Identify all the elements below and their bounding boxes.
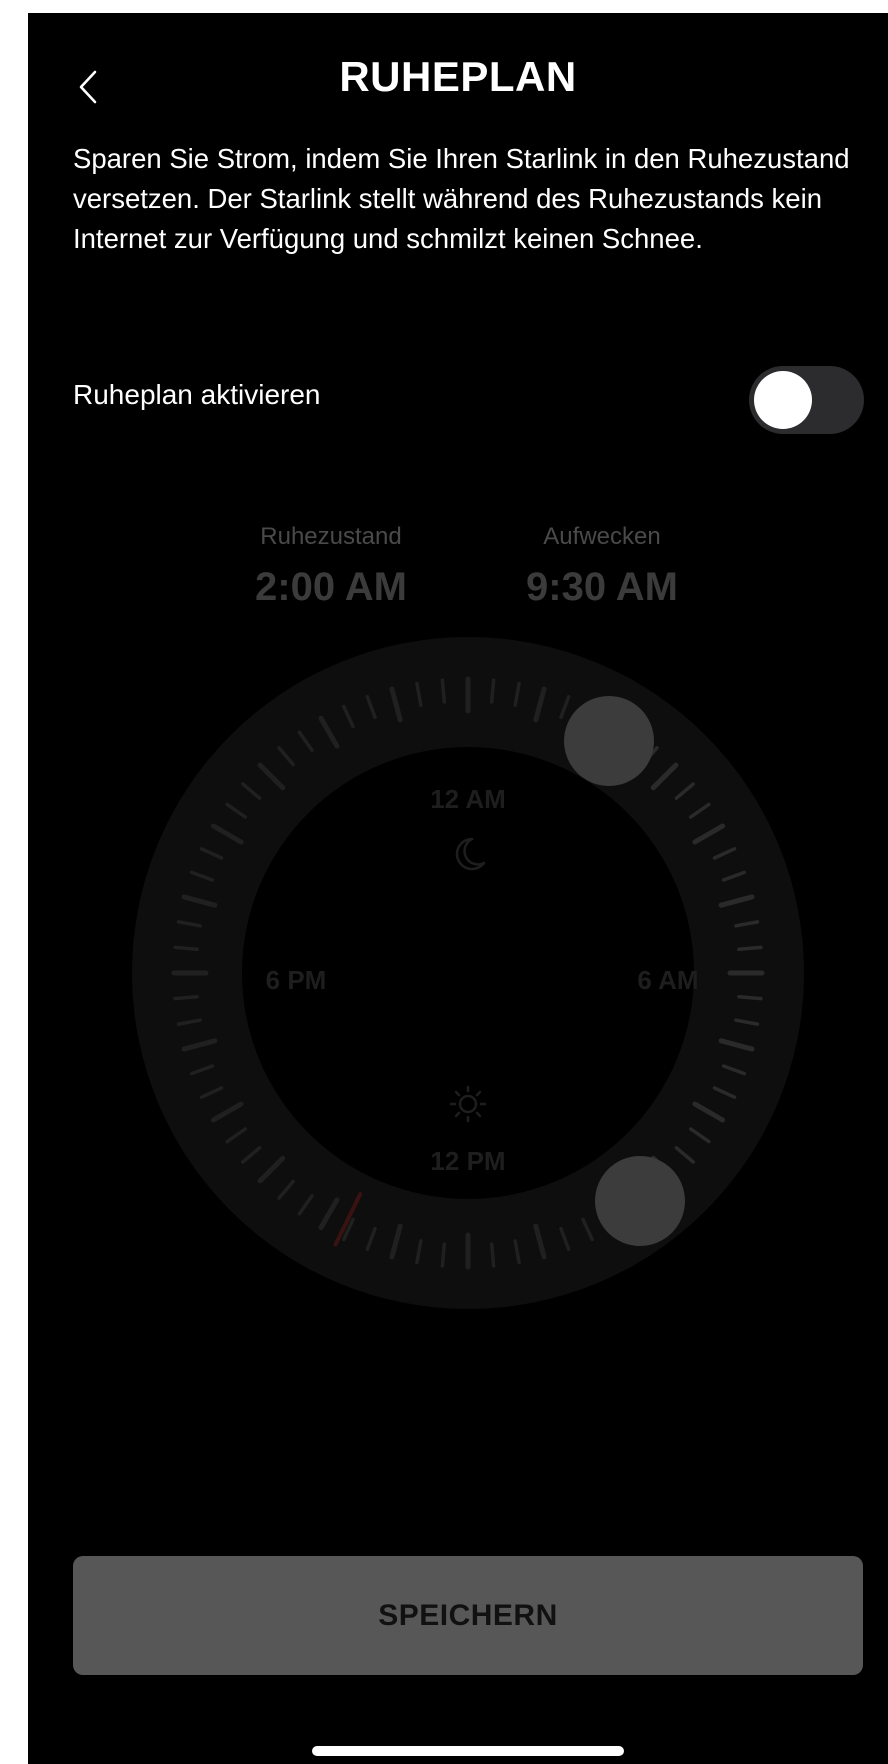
label-12am: 12 AM <box>430 784 506 814</box>
schedule-dial[interactable]: 12 AM 6 AM 12 PM 6 PM <box>132 637 804 1309</box>
dial-tick <box>489 1242 496 1268</box>
sleep-caption: Ruhezustand <box>260 523 402 550</box>
dial-tick <box>440 1242 447 1268</box>
wake-caption: Aufwecken <box>543 523 661 550</box>
dial-tick <box>440 678 447 704</box>
dial-tick <box>173 945 199 952</box>
sleep-time-block: Ruhezustand 2:00 AM <box>201 523 461 610</box>
wake-time: 9:30 AM <box>526 565 678 609</box>
dial-tick <box>173 994 199 1001</box>
enable-schedule-toggle[interactable] <box>749 366 864 434</box>
page-title: RUHEPLAN <box>339 53 577 100</box>
label-6am: 6 AM <box>637 965 698 995</box>
dial-tick <box>737 945 763 952</box>
description-text: Sparen Sie Strom, indem Sie Ihren Starli… <box>73 143 850 254</box>
enable-schedule-label: Ruheplan aktivieren <box>73 379 321 410</box>
toggle-knob <box>754 371 812 429</box>
sleep-time: 2:00 AM <box>255 565 407 609</box>
label-12pm: 12 PM <box>430 1146 505 1176</box>
home-indicator <box>312 1746 624 1756</box>
wake-time-block: Aufwecken 9:30 AM <box>472 523 732 610</box>
label-6pm: 6 PM <box>266 965 327 995</box>
dial-tick <box>489 678 496 704</box>
wake-handle[interactable] <box>595 1156 685 1246</box>
save-button[interactable]: SPEICHERN <box>73 1556 863 1675</box>
sleep-handle[interactable] <box>564 696 654 786</box>
dial-tick <box>737 994 763 1001</box>
save-button-label: SPEICHERN <box>378 1598 558 1632</box>
sleep-schedule-screen: RUHEPLAN Sparen Sie Strom, indem Sie Ihr… <box>28 13 888 1764</box>
